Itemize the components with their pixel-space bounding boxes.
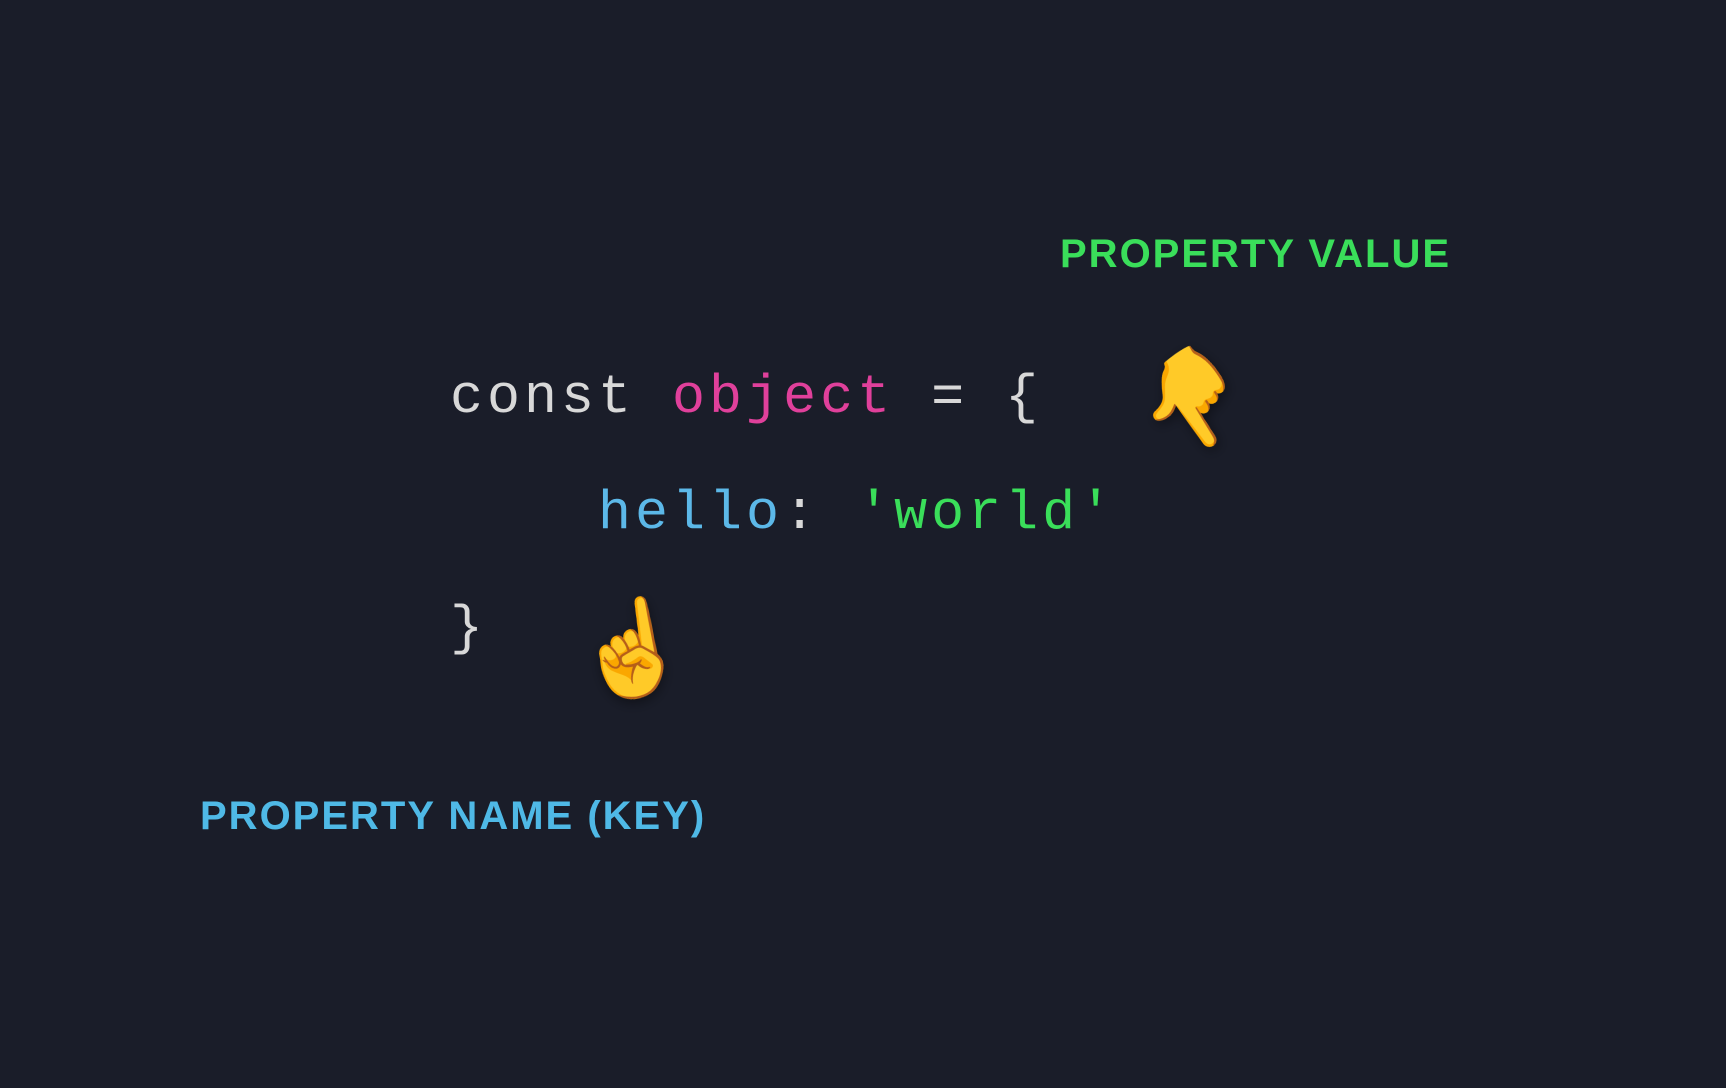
code-line-3: } — [450, 571, 1116, 687]
code-line-2: hello: 'world' — [450, 456, 1116, 572]
code-block: const object = { hello: 'world' } — [450, 340, 1116, 687]
property-key-label: PROPERTY NAME (KEY) — [200, 794, 706, 839]
assign-open-brace: = { — [894, 366, 1042, 429]
keyword-const: const — [450, 366, 672, 429]
identifier-object: object — [672, 366, 894, 429]
property-value-label: PROPERTY VALUE — [1060, 232, 1451, 277]
diagram-canvas: PROPERTY VALUE const object = { hello: '… — [0, 0, 1726, 1088]
property-value-string: 'world' — [857, 482, 1116, 545]
close-brace: } — [450, 597, 487, 660]
point-up-icon: ☝️ — [568, 601, 697, 711]
property-key: hello — [598, 482, 783, 545]
indent — [450, 482, 598, 545]
point-down-left-icon: 👇 — [1124, 335, 1271, 476]
colon: : — [783, 482, 857, 545]
code-line-1: const object = { — [450, 340, 1116, 456]
